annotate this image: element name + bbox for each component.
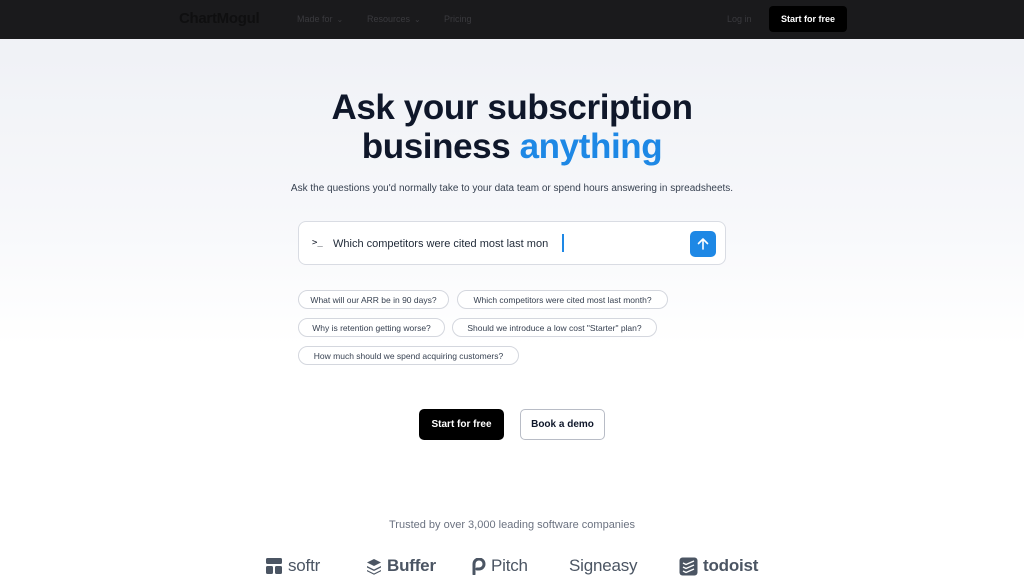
pitch-mark-icon (472, 557, 486, 575)
todoist-mark-icon (679, 557, 698, 575)
hero-title-line2: business (361, 127, 520, 166)
send-button[interactable] (690, 231, 716, 257)
nav-made-for[interactable]: Made for ⌄ (297, 14, 343, 24)
softr-mark-icon (266, 558, 282, 574)
buffer-mark-icon (367, 558, 381, 575)
nav-made-for-label: Made for (297, 14, 333, 24)
nav-pricing[interactable]: Pricing (444, 14, 472, 24)
suggestion-chip-arr[interactable]: What will our ARR be in 90 days? (298, 290, 449, 309)
hero-title: Ask your subscription business anything (0, 88, 1024, 166)
logo-signeasy: Signeasy (569, 555, 638, 576)
text-caret (562, 234, 564, 252)
logo-pitch-text: Pitch (491, 556, 528, 575)
logo-signeasy-text: Signeasy (569, 556, 638, 575)
terminal-prompt-icon: >_ (312, 238, 323, 248)
chevron-down-icon: ⌄ (414, 15, 421, 24)
suggestion-chip-acquisition[interactable]: How much should we spend acquiring custo… (298, 346, 519, 365)
hero-subtitle: Ask the questions you'd normally take to… (290, 183, 734, 194)
logo-softr-text: softr (288, 556, 321, 575)
brand-logo[interactable]: ChartMogul (179, 10, 260, 27)
arrow-up-icon (697, 238, 709, 250)
suggestion-chip-retention[interactable]: Why is retention getting worse? (298, 318, 445, 337)
chevron-down-icon: ⌄ (336, 15, 344, 24)
suggestion-chip-starter-plan[interactable]: Should we introduce a low cost "Starter"… (452, 318, 657, 337)
logo-buffer: Buffer (366, 555, 436, 576)
logo-todoist: todoist (679, 555, 758, 576)
start-free-button[interactable]: Start for free (419, 409, 504, 440)
logo-softr: softr (265, 555, 320, 576)
nav-resources-label: Resources (367, 14, 411, 24)
login-link[interactable]: Log in (727, 14, 752, 24)
logo-buffer-text: Buffer (387, 556, 436, 575)
nav-resources[interactable]: Resources ⌄ (367, 14, 421, 24)
trusted-by-text: Trusted by over 3,000 leading software c… (388, 519, 635, 531)
book-demo-button[interactable]: Book a demo (520, 409, 605, 440)
suggestion-chip-competitors[interactable]: Which competitors were cited most last m… (457, 290, 668, 309)
hero-title-accent: anything (519, 127, 663, 166)
ask-prompt-box: >_ (298, 221, 726, 265)
nav-start-free-button[interactable]: Start for free (769, 6, 847, 32)
ask-input[interactable] (333, 235, 693, 253)
logo-pitch: Pitch (472, 555, 528, 576)
logo-todoist-text: todoist (703, 556, 759, 575)
hero-title-line1: Ask your subscription (331, 88, 693, 127)
top-nav: ChartMogul Made for ⌄ Resources ⌄ Pricing … (0, 0, 1024, 39)
